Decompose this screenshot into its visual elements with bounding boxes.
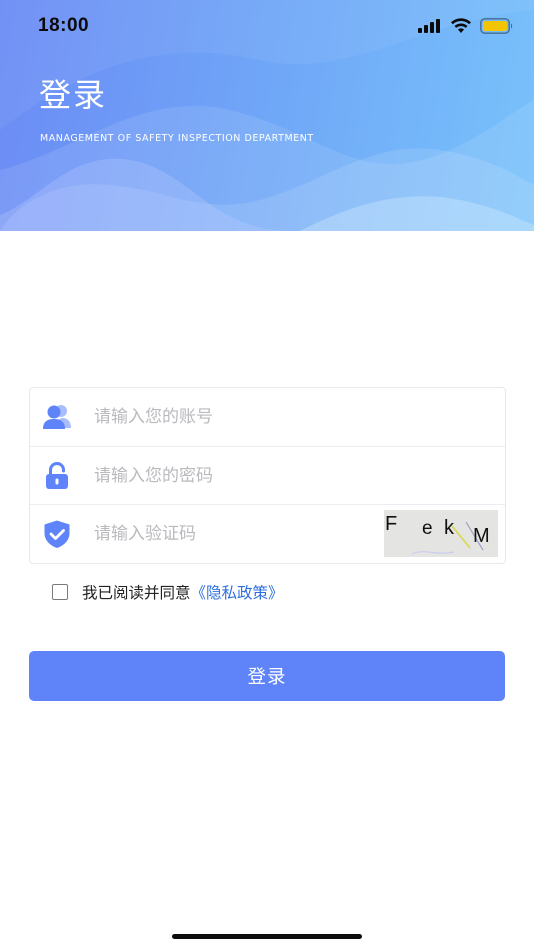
status-bar: 18:00 (0, 0, 534, 54)
status-icons (418, 18, 514, 34)
login-screen: 18:00 登录 MANAGEMENT OF SAFETY INSPECTION… (0, 0, 534, 950)
captcha-input[interactable] (94, 519, 374, 549)
agreement-checkbox[interactable] (52, 584, 68, 600)
wifi-icon (451, 18, 471, 33)
shield-icon (44, 520, 70, 548)
password-row (30, 446, 505, 505)
captcha-image[interactable]: F e k M (384, 510, 498, 557)
captcha-char: M (473, 525, 490, 547)
header-banner: 18:00 登录 MANAGEMENT OF SAFETY INSPECTION… (0, 0, 534, 231)
account-row (30, 388, 505, 446)
page-title: 登录 (39, 76, 108, 114)
captcha-char: e (422, 518, 433, 539)
user-icon (43, 405, 71, 429)
password-input[interactable] (94, 461, 374, 491)
signal-icon (418, 19, 440, 33)
agreement-text: 我已阅读并同意 (82, 584, 191, 602)
login-button[interactable]: 登录 (29, 651, 505, 701)
home-indicator (172, 934, 362, 939)
captcha-char: F (385, 513, 397, 535)
captcha-row: F e k M (30, 504, 505, 563)
privacy-agreement: 我已阅读并同意 《隐私政策》 (52, 582, 284, 602)
page-subtitle: MANAGEMENT OF SAFETY INSPECTION DEPARTME… (40, 133, 314, 144)
account-input[interactable] (94, 402, 374, 432)
privacy-policy-link[interactable]: 《隐私政策》 (191, 581, 284, 603)
battery-icon (480, 18, 513, 34)
status-time: 18:00 (38, 15, 90, 36)
login-form: F e k M (29, 387, 506, 564)
captcha-char: k (444, 517, 455, 539)
lock-icon (46, 461, 68, 489)
